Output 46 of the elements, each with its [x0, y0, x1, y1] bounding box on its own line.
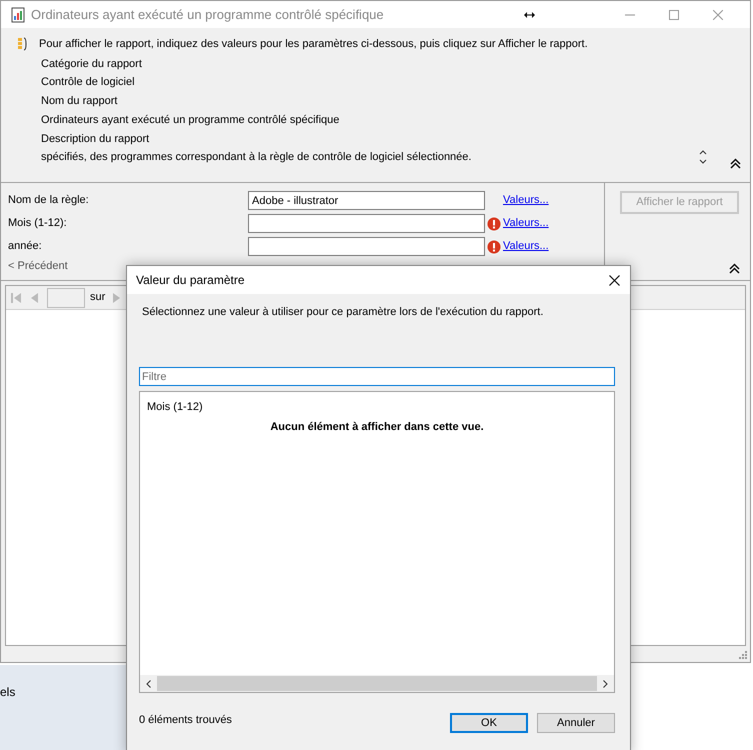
- error-icon: [487, 240, 501, 254]
- values-link[interactable]: Valeurs...: [503, 192, 549, 209]
- report-icon: [11, 6, 25, 22]
- background-text: els: [0, 684, 16, 701]
- resize-grip-icon[interactable]: [738, 650, 747, 659]
- page-label: sur: [90, 290, 106, 306]
- info-line: Description du rapport: [41, 132, 150, 147]
- results-count: 0 éléments trouvés: [139, 713, 232, 728]
- values-link[interactable]: Valeurs...: [503, 215, 549, 232]
- parameter-field[interactable]: [248, 214, 485, 233]
- ok-button[interactable]: OK: [450, 713, 528, 733]
- dialog-title: Valeur du paramètre: [136, 272, 245, 289]
- info-line: spécifiés, des programmes correspondant à la règle de contrôle de logiciel sélectionnée.: [41, 150, 472, 165]
- page-field[interactable]: [47, 288, 85, 308]
- info-line: Catégorie du rapport: [41, 57, 142, 72]
- next-page-icon[interactable]: [113, 292, 120, 302]
- info-line: Contrôle de logiciel: [41, 75, 135, 90]
- close-icon[interactable]: [609, 274, 620, 286]
- first-page-icon[interactable]: [11, 292, 21, 302]
- scroll-left-icon[interactable]: [146, 680, 151, 688]
- error-icon: [487, 216, 501, 230]
- horizontal-scrollbar[interactable]: [140, 675, 614, 692]
- parameter-label: année:: [8, 239, 43, 254]
- scroll-arrows-icon[interactable]: [698, 148, 708, 166]
- filter-field[interactable]: Filtre: [139, 367, 615, 386]
- list-header: Mois (1-12): [147, 400, 203, 415]
- dialog-prompt: Sélectionnez une valeur à utiliser pour ce paramètre lors de l'exécution du rapport.: [142, 305, 544, 320]
- parameter-field[interactable]: [248, 237, 485, 256]
- maximize-icon[interactable]: [668, 10, 679, 20]
- scroll-right-icon[interactable]: [603, 680, 608, 688]
- previous-page-icon[interactable]: [31, 292, 38, 302]
- instruction-text: Pour afficher le rapport, indiquez des valeurs pour les paramètres ci-dessous, puis cliquez sur Afficher le rapport.: [39, 37, 588, 52]
- resize-cursor-icon: [524, 12, 535, 18]
- info-line: Ordinateurs ayant exécuté un programme contrôlé spécifique: [41, 113, 340, 128]
- info-icon: [17, 37, 27, 52]
- info-line: Nom du rapport: [41, 94, 118, 109]
- parameter-label: Nom de la règle:: [8, 193, 90, 208]
- collapse-icon[interactable]: [729, 263, 740, 274]
- window-title: Ordinateurs ayant exécuté un programme contrôlé spécifique: [31, 6, 384, 24]
- collapse-icon[interactable]: [730, 158, 741, 169]
- scrollbar-thumb[interactable]: [157, 676, 597, 691]
- values-link[interactable]: Valeurs...: [503, 238, 549, 255]
- parameter-field[interactable]: Adobe - illustrator: [248, 191, 485, 210]
- cancel-button[interactable]: Annuler: [537, 713, 615, 733]
- parameter-label: Mois (1-12):: [8, 216, 68, 232]
- empty-message: Aucun élément à afficher dans cette vue.: [269, 420, 485, 435]
